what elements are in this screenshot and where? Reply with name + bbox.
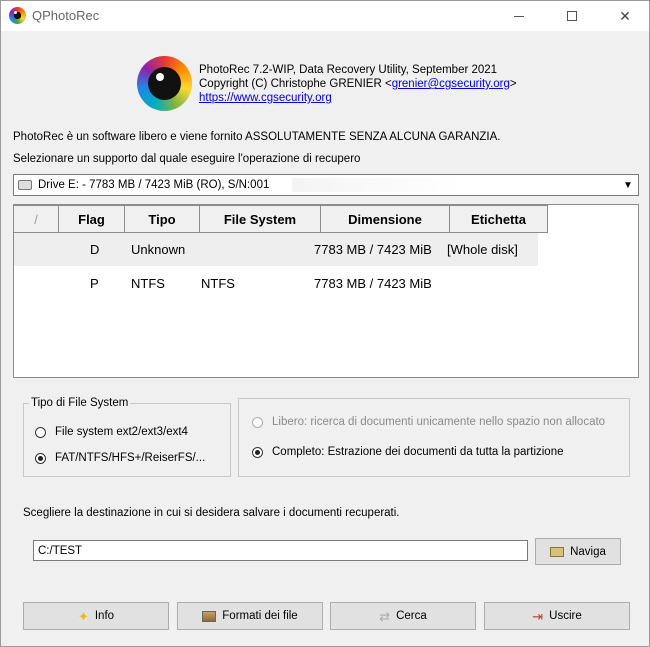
exit-label: Uscire: [549, 610, 582, 622]
drive-icon: [18, 180, 32, 190]
dropdown-arrow-icon[interactable]: ▼: [620, 177, 636, 193]
file-formats-label: Formati dei file: [222, 610, 298, 622]
file-formats-icon: [202, 610, 217, 622]
website-link[interactable]: https://www.cgsecurity.org: [199, 91, 517, 105]
app-window: QPhotoRec ✕ PhotoRec 7.2-WIP, Data Recov…: [0, 0, 650, 647]
radio-label: Completo: Estrazione dei documenti da tu…: [272, 446, 564, 458]
window-title: QPhotoRec: [32, 8, 100, 23]
logo-pupil: [148, 67, 181, 100]
license-text: PhotoRec è un software libero e viene fo…: [13, 131, 501, 143]
column-header-label[interactable]: Etichetta: [450, 205, 548, 233]
info-star-icon: ✦: [77, 608, 89, 624]
scan-mode-group: [238, 398, 630, 477]
destination-label: Scegliere la destinazione in cui si desi…: [23, 507, 400, 519]
drive-select-value: Drive E: - 7783 MB / 7423 MiB (RO), S/N:…: [38, 179, 270, 191]
close-button[interactable]: ✕: [602, 1, 648, 31]
cell-filesystem: NTFS: [201, 276, 235, 291]
radio-ext-filesystem[interactable]: File system ext2/ext3/ext4: [35, 426, 188, 438]
radio-indicator: [35, 426, 46, 438]
title-bar: QPhotoRec ✕: [1, 1, 649, 31]
exit-button[interactable]: ⇥ Uscire: [484, 602, 630, 630]
cell-flag: P: [90, 276, 99, 291]
filesystem-type-legend: Tipo di File System: [29, 397, 131, 409]
info-label: Info: [94, 610, 115, 622]
filesystem-type-group: [23, 403, 231, 477]
email-link[interactable]: grenier@cgsecurity.org: [392, 78, 510, 90]
maximize-icon: [567, 11, 577, 21]
minimize-icon: [514, 15, 524, 17]
info-button[interactable]: ✦ Info: [23, 602, 169, 630]
select-media-prompt: Selezionare un supporto dal quale esegui…: [13, 153, 361, 165]
table-row[interactable]: P NTFS NTFS 7783 MB / 7423 MiB: [14, 267, 538, 300]
photorec-logo: [137, 56, 192, 111]
radio-indicator: [252, 446, 263, 458]
column-header-size[interactable]: Dimensione: [321, 205, 450, 233]
maximize-button[interactable]: [549, 1, 595, 31]
search-arrows-icon: ⇄: [379, 608, 391, 624]
partition-table[interactable]: / Flag Tipo File System Dimensione Etich…: [13, 204, 639, 378]
cell-type: NTFS: [131, 276, 165, 291]
exit-door-icon: ⇥: [532, 608, 544, 624]
cell-flag: D: [90, 242, 100, 257]
file-formats-button[interactable]: Formati dei file: [177, 602, 323, 630]
radio-label: FAT/NTFS/HFS+/ReiserFS/...: [55, 452, 206, 464]
close-icon: ✕: [619, 7, 631, 24]
table-row[interactable]: D Unknown 7783 MB / 7423 MiB [Whole disk…: [14, 233, 538, 266]
photorec-app-icon: [9, 7, 26, 24]
radio-fat-ntfs-filesystem[interactable]: FAT/NTFS/HFS+/ReiserFS/...: [35, 452, 205, 464]
logo-highlight: [156, 73, 164, 81]
drive-select[interactable]: Drive E: - 7783 MB / 7423 MiB (RO), S/N:…: [13, 174, 639, 196]
version-line: PhotoRec 7.2-WIP, Data Recovery Utility,…: [199, 64, 498, 76]
destination-path-input[interactable]: [33, 540, 528, 561]
cell-type: Unknown: [131, 242, 186, 257]
radio-whole-partition-mode[interactable]: Completo: Estrazione dei documenti da tu…: [252, 446, 564, 458]
cell-size: 7783 MB / 7423 MiB: [314, 242, 432, 257]
table-header: / Flag Tipo File System Dimensione Etich…: [14, 205, 548, 233]
search-label: Cerca: [396, 610, 427, 622]
column-header-type[interactable]: Tipo: [125, 205, 200, 233]
folder-icon: [550, 546, 565, 557]
radio-indicator: [252, 416, 263, 428]
column-header-filesystem[interactable]: File System: [200, 205, 321, 233]
about-header: PhotoRec 7.2-WIP, Data Recovery Utility,…: [199, 63, 517, 105]
column-header-flag[interactable]: Flag: [59, 205, 125, 233]
cell-label: [Whole disk]: [447, 242, 518, 257]
radio-free-space-mode[interactable]: Libero: ricerca di documenti unicamente …: [252, 416, 605, 428]
cell-size: 7783 MB / 7423 MiB: [314, 276, 432, 291]
radio-label: File system ext2/ext3/ext4: [55, 426, 188, 438]
column-header-sort[interactable]: /: [14, 205, 59, 233]
radio-label: Libero: ricerca di documenti unicamente …: [272, 416, 606, 428]
browse-button[interactable]: Naviga: [535, 538, 621, 565]
serial-blur: [292, 178, 462, 192]
minimize-button[interactable]: [496, 1, 542, 31]
search-button[interactable]: ⇄ Cerca: [330, 602, 476, 630]
radio-indicator: [35, 452, 46, 464]
browse-label: Naviga: [570, 545, 606, 558]
copyright-line: Copyright (C) Christophe GRENIER <grenie…: [199, 78, 517, 90]
